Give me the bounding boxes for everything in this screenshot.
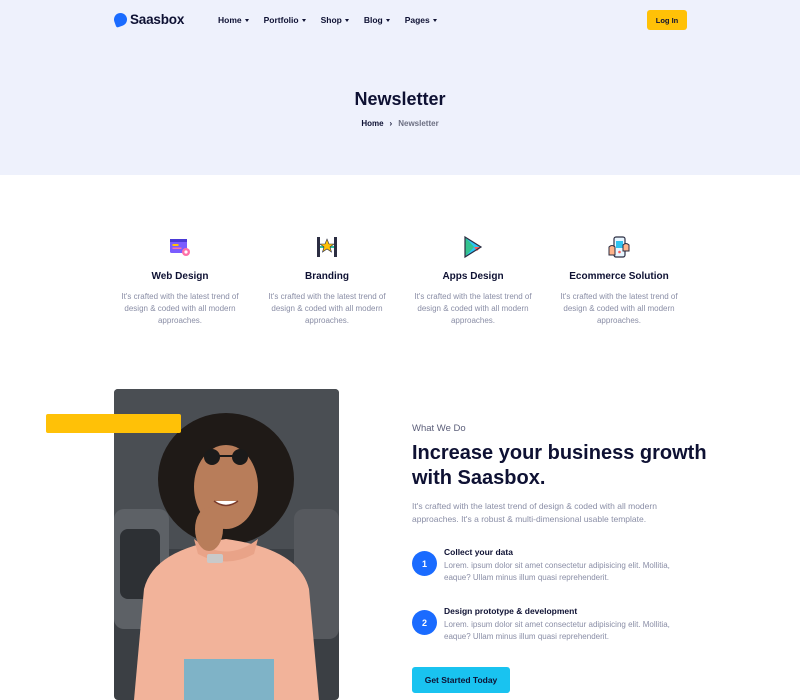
- service-title: Branding: [305, 271, 349, 282]
- section-headline: Increase your business growth with Saasb…: [412, 442, 707, 489]
- apps-design-icon: [459, 233, 487, 261]
- nav-item-portfolio[interactable]: Portfolio: [264, 15, 306, 25]
- service-title: Apps Design: [442, 271, 504, 282]
- nav-item-home[interactable]: Home: [218, 15, 249, 25]
- nav-item-label: Home: [218, 15, 242, 25]
- chevron-right-icon: ›: [389, 119, 393, 128]
- service-description: It's crafted with the latest trend of de…: [560, 292, 678, 325]
- service-card-ecommerce: Ecommerce Solution It's crafted with the…: [549, 233, 689, 327]
- step-number-badge: 2: [412, 610, 437, 635]
- service-card-branding: Branding It's crafted with the latest tr…: [257, 233, 397, 327]
- service-card-apps-design: Apps Design It's crafted with the latest…: [403, 233, 543, 327]
- woman-photo: [114, 389, 339, 700]
- step-title: Collect your data: [444, 547, 513, 557]
- step-description: Lorem. ipsum dolor sit amet consectetur …: [444, 620, 670, 641]
- nav-item-label: Shop: [320, 15, 342, 25]
- section-eyebrow: What We Do: [412, 423, 466, 434]
- nav-item-label: Portfolio: [263, 15, 299, 25]
- login-button[interactable]: Log In: [647, 10, 687, 30]
- nav-item-pages[interactable]: Pages: [405, 15, 437, 25]
- breadcrumb-current: Newsletter: [398, 119, 439, 128]
- ecommerce-icon: [605, 233, 633, 261]
- caret-down-icon: [344, 18, 349, 22]
- step-title: Design prototype & development: [444, 606, 578, 616]
- breadcrumb-home-link[interactable]: Home: [361, 119, 383, 128]
- caret-down-icon: [385, 18, 390, 22]
- logo[interactable]: Saasbox: [112, 11, 185, 28]
- nav-item-shop[interactable]: Shop: [321, 15, 349, 25]
- logo-icon: [112, 11, 129, 28]
- service-description: It's crafted with the latest trend of de…: [268, 292, 386, 325]
- service-description: It's crafted with the latest trend of de…: [414, 292, 532, 325]
- step-description: Lorem. ipsum dolor sit amet consectetur …: [444, 561, 670, 582]
- main-nav: Home Portfolio Shop Blog Pages: [218, 15, 437, 25]
- web-design-icon: [166, 233, 194, 261]
- decorative-yellow-bar: [46, 414, 181, 433]
- caret-down-icon: [432, 18, 437, 22]
- breadcrumb: Home › Newsletter: [0, 119, 800, 128]
- section-intro: It's crafted with the latest trend of de…: [412, 501, 657, 524]
- page-title: Newsletter: [354, 89, 446, 109]
- service-card-web-design: Web Design It's crafted with the latest …: [110, 233, 250, 327]
- service-title: Ecommerce Solution: [569, 271, 669, 282]
- step-number-badge: 1: [412, 551, 437, 576]
- branding-icon: [313, 233, 341, 261]
- caret-down-icon: [244, 18, 249, 22]
- nav-item-label: Blog: [363, 15, 383, 25]
- page-header: Saasbox Home Portfolio Shop Blog Pages L…: [0, 0, 800, 175]
- get-started-button[interactable]: Get Started Today: [412, 667, 510, 693]
- nav-item-blog[interactable]: Blog: [364, 15, 390, 25]
- service-description: It's crafted with the latest trend of de…: [121, 292, 239, 325]
- caret-down-icon: [301, 18, 306, 22]
- logo-text: Saasbox: [130, 12, 185, 27]
- service-title: Web Design: [151, 271, 209, 282]
- nav-item-label: Pages: [404, 15, 430, 25]
